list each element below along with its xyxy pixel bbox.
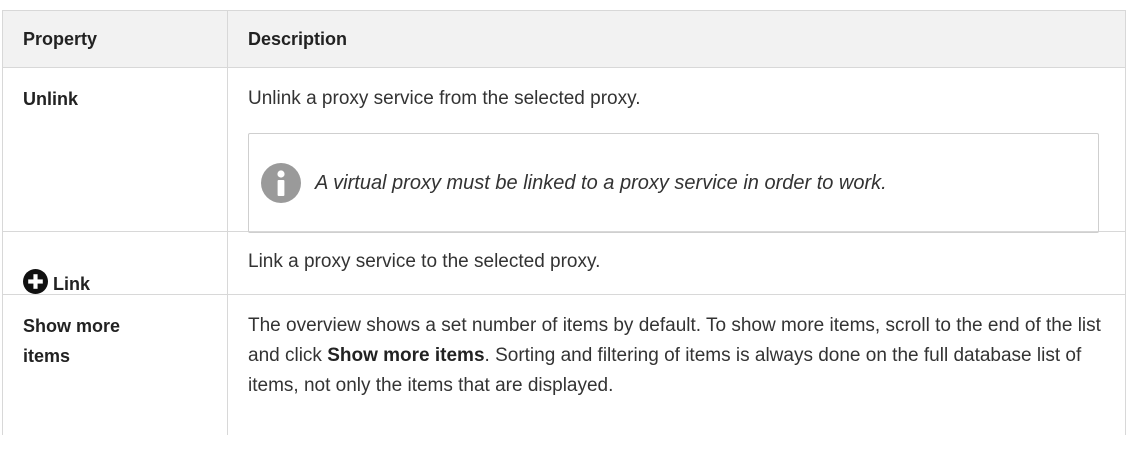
plus-circle-icon (23, 269, 48, 294)
info-icon (261, 163, 301, 203)
property-cell: Link (3, 232, 228, 294)
description-show-more-items: The overview shows a set number of items… (248, 311, 1105, 401)
table-header-row: Property Description (3, 10, 1125, 67)
table-row-show-more-items: Show more items The overview shows a set… (3, 294, 1125, 435)
table-row-link: Link Link a proxy service to the selecte… (3, 231, 1125, 294)
header-description: Description (248, 29, 348, 49)
header-description-cell: Description (228, 11, 1125, 67)
property-unlink: Unlink (23, 89, 79, 109)
property-show-more-items: Show more items (23, 316, 121, 366)
description-unlink: Unlink a proxy service from the selected… (248, 88, 641, 109)
properties-table: Property Description Unlink Unlink a pro… (2, 10, 1126, 435)
description-cell: Unlink a proxy service from the selected… (228, 68, 1125, 233)
description-link: Link a proxy service to the selected pro… (248, 251, 601, 272)
property-link: Link (53, 274, 91, 294)
property-cell: Unlink (3, 68, 228, 231)
header-property: Property (23, 29, 98, 49)
description-bold-term: Show more items (327, 345, 485, 366)
property-cell: Show more items (3, 295, 228, 435)
header-property-cell: Property (3, 11, 228, 67)
note-text: A virtual proxy must be linked to a prox… (315, 171, 887, 194)
description-cell: Link a proxy service to the selected pro… (228, 232, 1125, 294)
description-cell: The overview shows a set number of items… (228, 295, 1125, 435)
note-box: A virtual proxy must be linked to a prox… (248, 133, 1099, 233)
table-row-unlink: Unlink Unlink a proxy service from the s… (3, 67, 1125, 233)
